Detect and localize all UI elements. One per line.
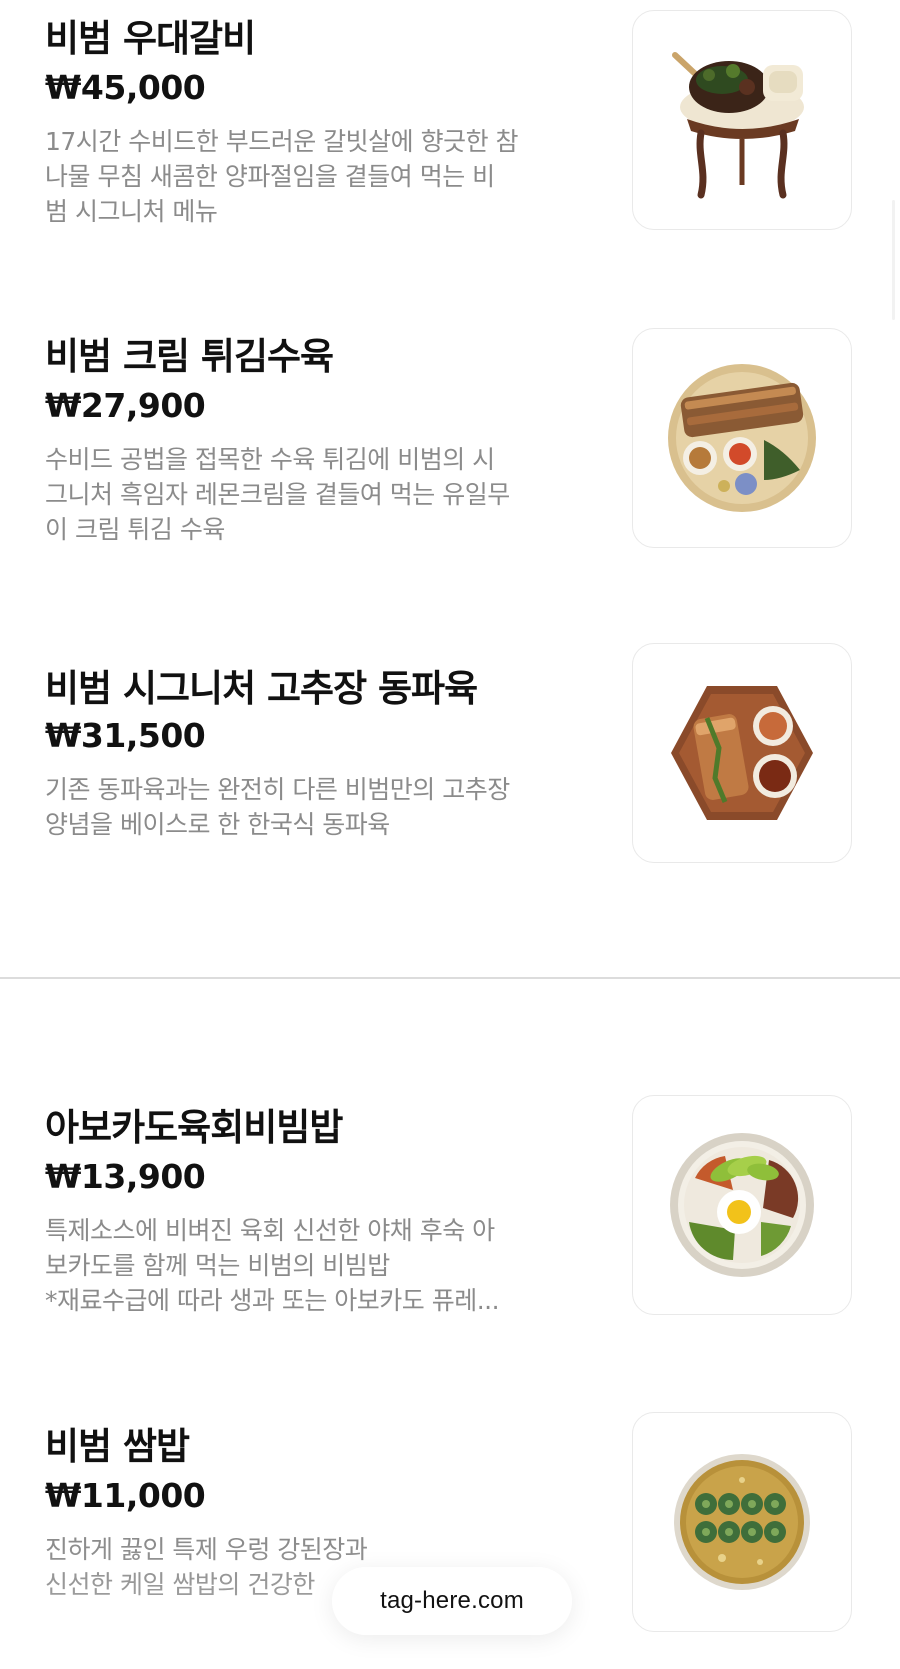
menu-item-thumbnail[interactable] xyxy=(632,1412,852,1632)
description-line: *재료수급에 따라 생과 또는 아보카도 퓨레... xyxy=(45,1286,500,1315)
menu-item-thumbnail[interactable] xyxy=(632,10,852,230)
description-line: 17시간 수비드한 부드러운 갈빗살에 향긋한 참 xyxy=(45,127,519,156)
description-line: 그니처 흑임자 레몬크림을 곁들여 먹는 유일무 xyxy=(45,480,510,509)
menu-item-description: 기존 동파육과는 완전히 다른 비범만의 고추장 양념을 베이스로 한 한국식 … xyxy=(45,772,585,842)
description-line: 양념을 베이스로 한 한국식 동파육 xyxy=(45,810,390,839)
description-line: 보카도를 함께 먹는 비범의 비빔밥 xyxy=(45,1251,390,1280)
menu-item-thumbnail[interactable] xyxy=(632,328,852,548)
scrollbar[interactable] xyxy=(892,200,895,320)
menu-item-price: ₩13,900 xyxy=(45,1157,206,1196)
menu-item-thumbnail[interactable] xyxy=(632,1095,852,1315)
menu-item-description: 특제소스에 비벼진 육회 신선한 야채 후숙 아 보카도를 함께 먹는 비범의 … xyxy=(45,1213,585,1318)
description-line: 진하게 끓인 특제 우렁 강된장과 xyxy=(45,1535,368,1564)
menu-item-dongpayuk[interactable]: 비범 시그니처 고추장 동파육 ₩31,500 기존 동파육과는 완전히 다른 … xyxy=(0,634,900,894)
description-line: 수비드 공법을 접목한 수육 튀김에 비범의 시 xyxy=(45,445,495,474)
site-link-label: tag-here.com xyxy=(380,1587,524,1614)
menu-item-name: 비범 쌈밥 xyxy=(45,1425,190,1468)
description-line: 이 크림 튀김 수육 xyxy=(45,515,225,544)
menu-item-description: 수비드 공법을 접목한 수육 튀김에 비범의 시 그니처 흑임자 레몬크림을 곁… xyxy=(45,442,585,547)
galbi-platter-image xyxy=(672,52,804,199)
menu-item-name: 비범 시그니처 고추장 동파육 xyxy=(45,667,478,710)
ssambap-bowl-image xyxy=(674,1454,810,1590)
description-line: 나물 무침 새콤한 양파절임을 곁들여 먹는 비 xyxy=(45,162,495,191)
menu-item-name: 아보카도육회비빔밥 xyxy=(45,1106,343,1149)
menu-item-price: ₩27,900 xyxy=(45,386,206,425)
menu-item-name: 비범 우대갈비 xyxy=(45,17,256,60)
description-line: 기존 동파육과는 완전히 다른 비범만의 고추장 xyxy=(45,775,510,804)
menu-item-avocado-bibimbap[interactable]: 아보카도육회비빔밥 ₩13,900 특제소스에 비벼진 육회 신선한 야채 후숙… xyxy=(0,1089,900,1369)
menu-item-price: ₩11,000 xyxy=(45,1476,206,1515)
menu-item-galbi[interactable]: 비범 우대갈비 ₩45,000 17시간 수비드한 부드러운 갈빗살에 향긋한 … xyxy=(0,0,900,280)
description-line: 특제소스에 비벼진 육회 신선한 야채 후숙 아 xyxy=(45,1216,495,1245)
section-divider xyxy=(0,977,900,979)
fried-suyuk-platter-image xyxy=(668,364,816,512)
menu-item-price: ₩45,000 xyxy=(45,68,206,107)
site-link-pill[interactable]: tag-here.com xyxy=(332,1567,572,1635)
menu-item-thumbnail[interactable] xyxy=(632,643,852,863)
avocado-bibimbap-bowl-image xyxy=(670,1133,814,1277)
menu-item-price: ₩31,500 xyxy=(45,716,206,755)
menu-item-name: 비범 크림 튀김수육 xyxy=(45,335,334,378)
description-line: 범 시그니처 메뉴 xyxy=(45,197,218,226)
menu-item-description: 17시간 수비드한 부드러운 갈빗살에 향긋한 참 나물 무침 새콤한 양파절임… xyxy=(45,124,585,229)
dongpayuk-plate-image xyxy=(671,686,813,820)
menu-item-fried-suyuk[interactable]: 비범 크림 튀김수육 ₩27,900 수비드 공법을 접목한 수육 튀김에 비범… xyxy=(0,318,900,618)
